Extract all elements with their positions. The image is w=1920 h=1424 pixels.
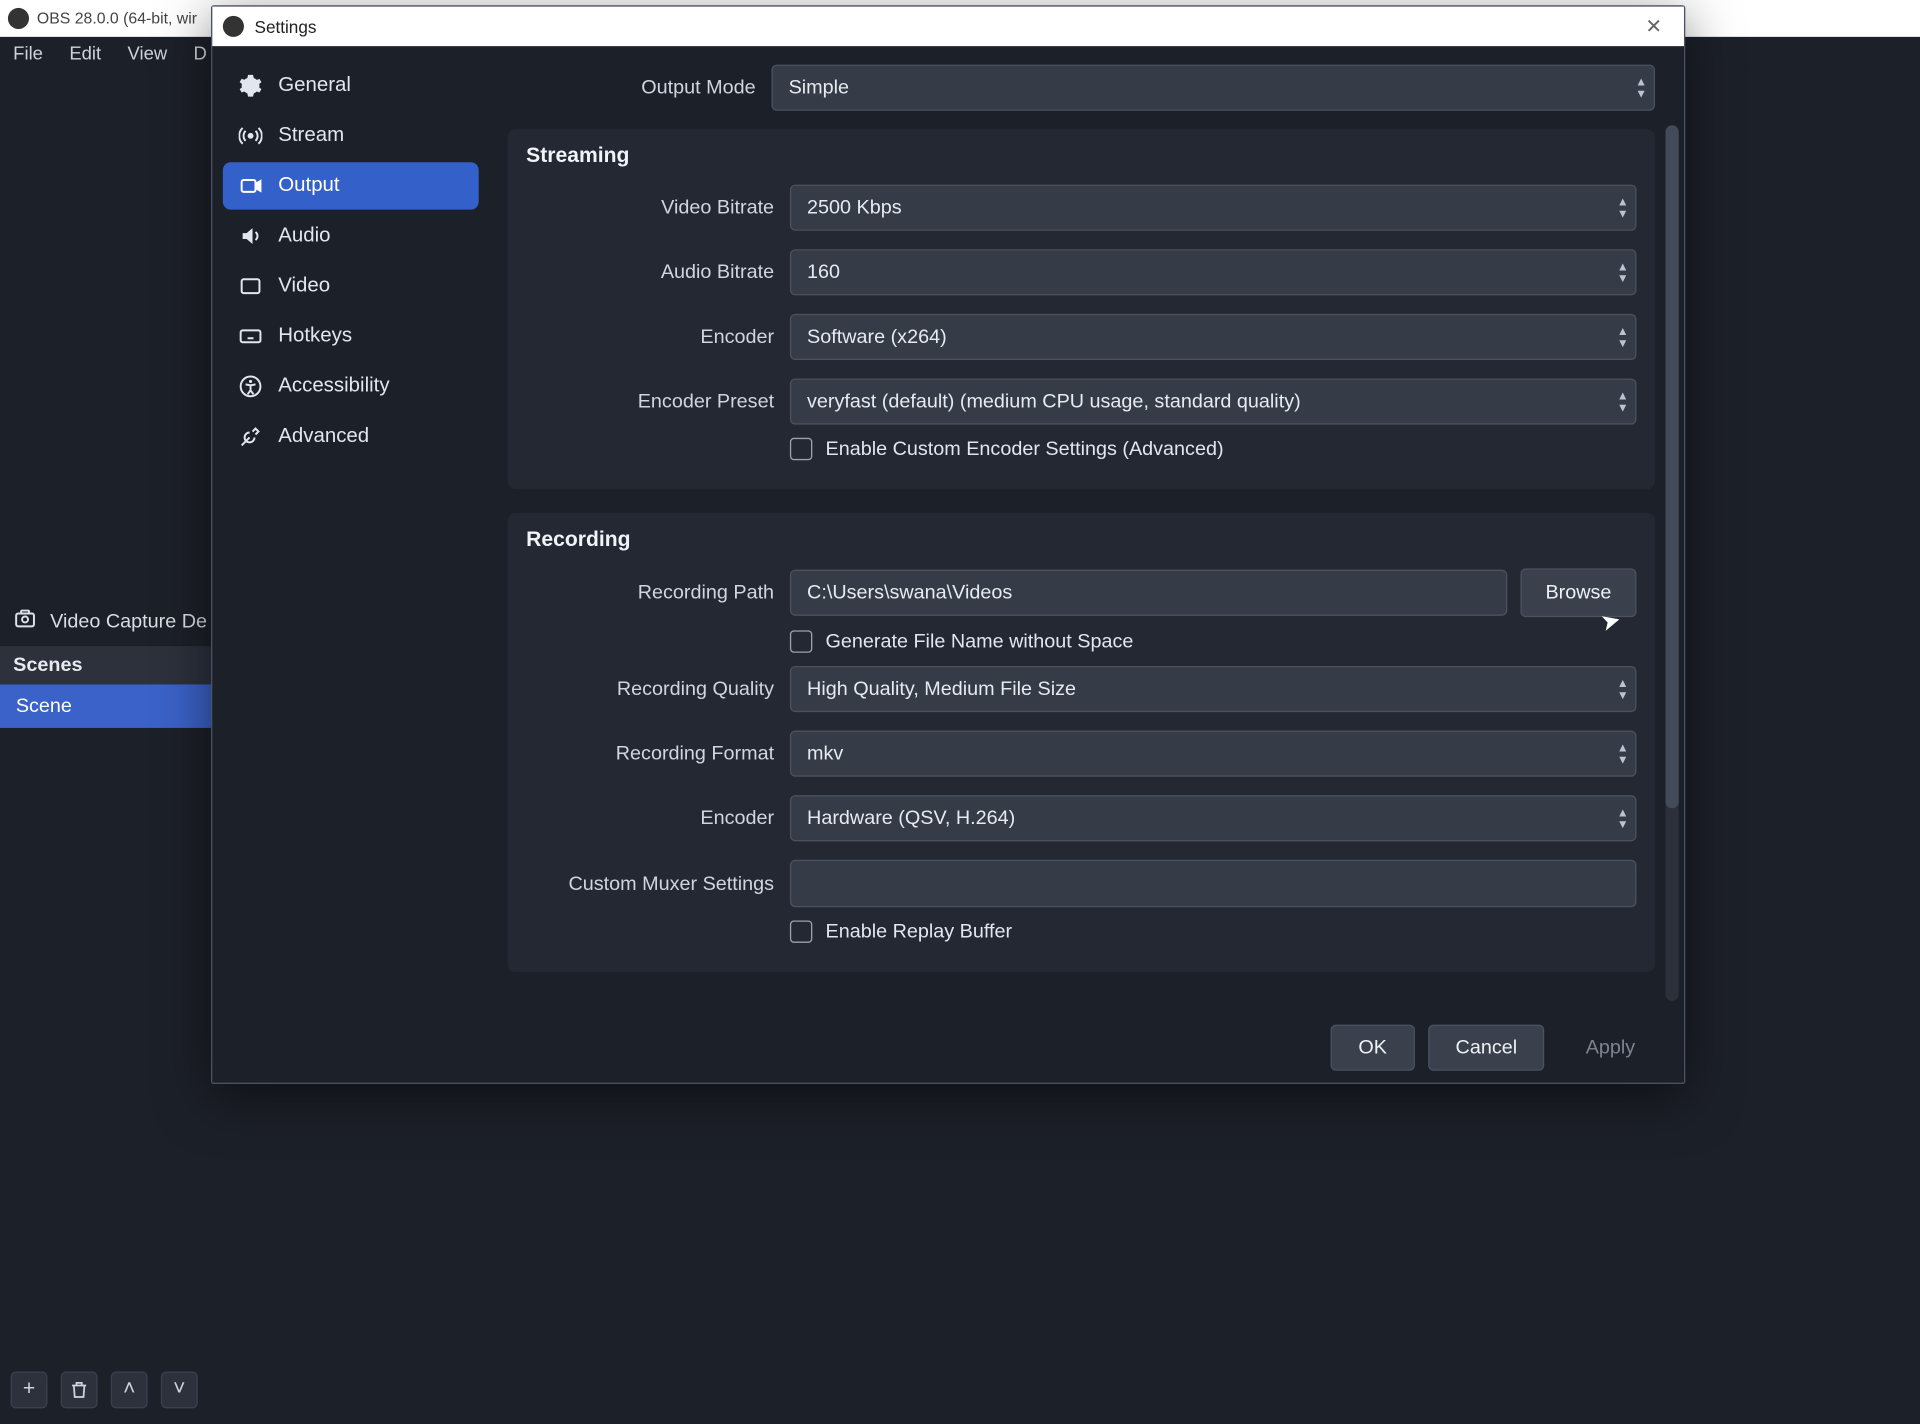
recording-path-input[interactable]: C:\Users\swana\Videos xyxy=(790,570,1507,616)
recording-section: Recording Recording Path C:\Users\swana\… xyxy=(508,513,1655,972)
recording-format-select[interactable]: mkv xyxy=(790,731,1637,777)
nav-item-stream[interactable]: Stream xyxy=(223,112,479,159)
streaming-encoder-select[interactable]: Software (x264) xyxy=(790,314,1637,360)
streaming-encoder-label: Encoder xyxy=(526,326,790,348)
output-mode-label: Output Mode xyxy=(508,76,772,98)
nav-label: Advanced xyxy=(278,425,369,449)
settings-nav: General Stream Output Audio Video Hotkeys Acce… xyxy=(212,46,489,1011)
output-mode-select[interactable]: Simple xyxy=(771,65,1655,111)
enable-custom-encoder-checkbox[interactable] xyxy=(790,438,812,460)
recording-path-label: Recording Path xyxy=(526,582,790,604)
generate-filename-label: Generate File Name without Space xyxy=(826,630,1134,652)
audio-bitrate-label: Audio Bitrate xyxy=(526,261,790,283)
nav-label: Hotkeys xyxy=(278,324,352,348)
add-scene-button[interactable]: + xyxy=(11,1371,48,1408)
audio-icon xyxy=(239,224,263,248)
encoder-preset-select[interactable]: veryfast (default) (medium CPU usage, st… xyxy=(790,378,1637,424)
obs-logo-icon xyxy=(223,16,244,37)
nav-label: Output xyxy=(278,174,339,198)
recording-title: Recording xyxy=(526,529,1636,553)
source-label: Video Capture De xyxy=(50,610,207,632)
delete-scene-button[interactable] xyxy=(61,1371,98,1408)
chevron-updown-icon: ▲▼ xyxy=(1617,325,1629,349)
video-icon xyxy=(239,274,263,298)
dialog-title: Settings xyxy=(255,16,317,36)
chevron-updown-icon: ▲▼ xyxy=(1635,76,1647,100)
nav-item-general[interactable]: General xyxy=(223,62,479,109)
nav-label: Stream xyxy=(278,124,344,148)
gear-icon xyxy=(239,74,263,98)
stepper-icon[interactable]: ▲▼ xyxy=(1617,196,1629,220)
main-title: OBS 28.0.0 (64-bit, wir xyxy=(37,9,197,27)
menu-edit[interactable]: Edit xyxy=(69,42,101,63)
cancel-button[interactable]: Cancel xyxy=(1428,1024,1545,1070)
keyboard-icon xyxy=(239,324,263,348)
enable-replay-buffer-label: Enable Replay Buffer xyxy=(826,920,1013,942)
chevron-updown-icon: ▲▼ xyxy=(1617,390,1629,414)
broadcast-icon xyxy=(239,124,263,148)
settings-dialog: Settings ✕ General Stream Output Audio Video… xyxy=(211,5,1685,1084)
video-bitrate-label: Video Bitrate xyxy=(526,196,790,218)
menu-view[interactable]: View xyxy=(128,42,168,63)
menu-d[interactable]: D xyxy=(194,42,207,63)
nav-label: General xyxy=(278,74,351,98)
ok-button[interactable]: OK xyxy=(1331,1024,1415,1070)
recording-encoder-label: Encoder xyxy=(526,807,790,829)
custom-muxer-label: Custom Muxer Settings xyxy=(526,872,790,894)
recording-encoder-select[interactable]: Hardware (QSV, H.264) xyxy=(790,795,1637,841)
chevron-updown-icon: ▲▼ xyxy=(1617,260,1629,284)
streaming-title: Streaming xyxy=(526,145,1636,169)
scenes-header: Scenes xyxy=(0,646,224,684)
scene-selected[interactable]: Scene xyxy=(0,684,224,728)
menu-file[interactable]: File xyxy=(13,42,43,63)
generate-filename-checkbox[interactable] xyxy=(790,630,812,652)
nav-item-video[interactable]: Video xyxy=(223,262,479,309)
dialog-close-button[interactable]: ✕ xyxy=(1623,15,1684,39)
recording-quality-label: Recording Quality xyxy=(526,678,790,700)
move-down-button[interactable]: ˅ xyxy=(161,1371,198,1408)
enable-custom-encoder-label: Enable Custom Encoder Settings (Advanced… xyxy=(826,438,1224,460)
scroll-thumb[interactable] xyxy=(1666,125,1679,808)
recording-format-label: Recording Format xyxy=(526,742,790,764)
nav-item-output[interactable]: Output xyxy=(223,162,479,209)
nav-label: Audio xyxy=(278,224,330,248)
obs-logo-icon xyxy=(8,8,29,29)
settings-content: Output Mode Simple ▲▼ Streaming Video Bi… xyxy=(489,46,1684,1011)
custom-muxer-input[interactable] xyxy=(790,860,1637,907)
nav-label: Video xyxy=(278,274,330,298)
source-item[interactable]: Video Capture De xyxy=(0,596,224,646)
chevron-updown-icon: ▲▼ xyxy=(1617,806,1629,830)
content-scrollbar[interactable] xyxy=(1666,125,1679,1001)
move-up-button[interactable]: ˄ xyxy=(111,1371,148,1408)
wrench-icon xyxy=(239,425,263,449)
enable-replay-buffer-checkbox[interactable] xyxy=(790,920,812,942)
nav-item-audio[interactable]: Audio xyxy=(223,212,479,259)
nav-item-accessibility[interactable]: Accessibility xyxy=(223,363,479,410)
audio-bitrate-select[interactable]: 160 xyxy=(790,249,1637,295)
chevron-updown-icon: ▲▼ xyxy=(1617,677,1629,701)
encoder-preset-label: Encoder Preset xyxy=(526,390,790,412)
recording-quality-select[interactable]: High Quality, Medium File Size xyxy=(790,666,1637,712)
chevron-updown-icon: ▲▼ xyxy=(1617,742,1629,766)
output-icon xyxy=(239,174,263,198)
nav-item-advanced[interactable]: Advanced xyxy=(223,413,479,460)
dialog-titlebar: Settings ✕ xyxy=(212,7,1684,47)
browse-button[interactable]: Browse xyxy=(1520,568,1636,617)
streaming-section: Streaming Video Bitrate 2500 Kbps ▲▼ Aud… xyxy=(508,129,1655,489)
video-bitrate-input[interactable]: 2500 Kbps xyxy=(790,185,1637,231)
apply-button[interactable]: Apply xyxy=(1558,1024,1663,1070)
nav-item-hotkeys[interactable]: Hotkeys xyxy=(223,313,479,360)
accessibility-icon xyxy=(239,375,263,399)
camera-icon xyxy=(13,607,37,636)
nav-label: Accessibility xyxy=(278,375,389,399)
